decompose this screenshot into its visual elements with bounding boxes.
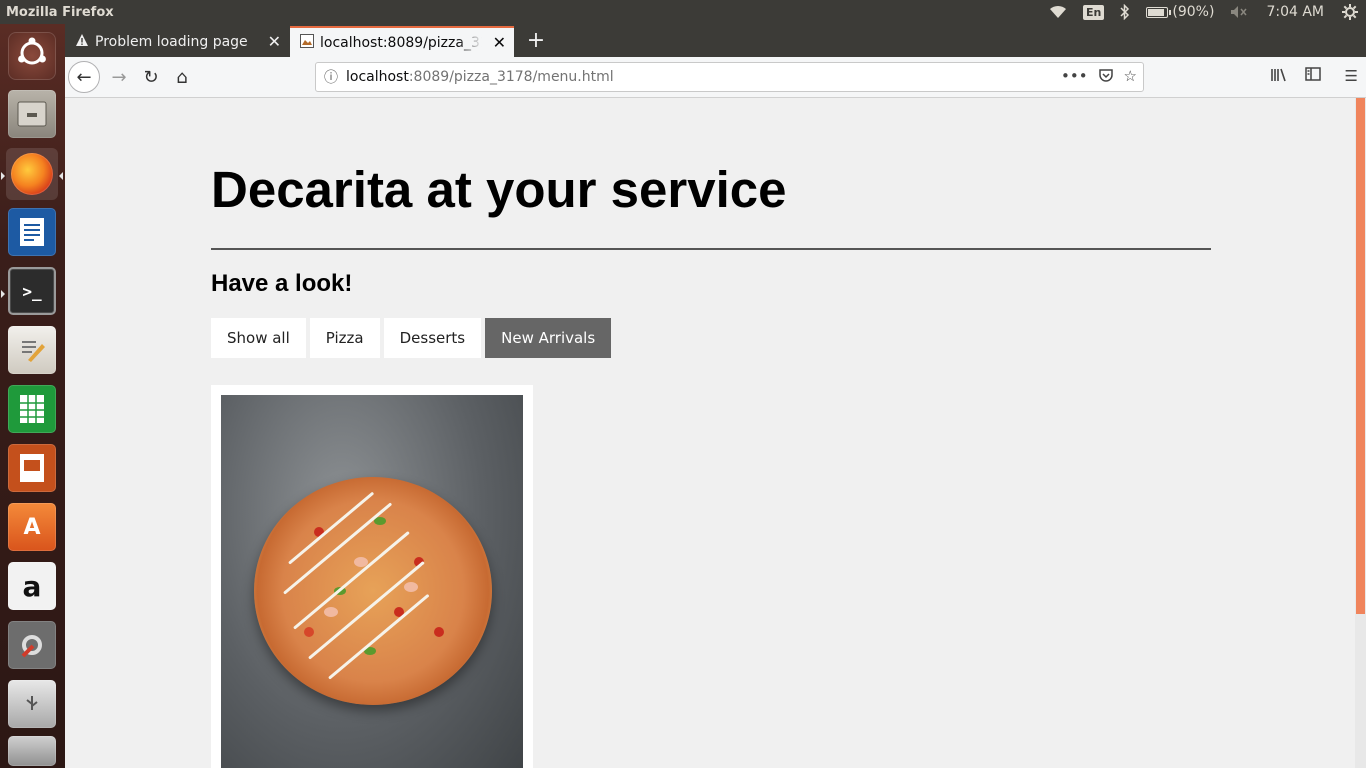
system-gear-icon[interactable] — [1334, 0, 1366, 24]
section-subtitle: Have a look! — [211, 270, 353, 297]
url-host: localhost — [346, 69, 409, 85]
launcher-firefox-icon[interactable] — [6, 148, 58, 200]
reload-icon: ↻ — [143, 66, 159, 88]
forward-button[interactable]: → — [103, 61, 135, 93]
launcher-system-settings-icon[interactable] — [6, 619, 58, 671]
volume-muted-icon[interactable] — [1222, 0, 1256, 24]
forward-arrow-icon: → — [111, 66, 127, 88]
url-path: :8089/pizza_3178/menu.html — [408, 69, 614, 85]
launcher-calc-icon[interactable] — [6, 383, 58, 435]
bookmark-star-icon[interactable]: ☆ — [1124, 67, 1137, 87]
launcher-writer-icon[interactable] — [6, 206, 58, 258]
ubuntu-logo-icon — [15, 36, 49, 76]
wifi-icon[interactable] — [1041, 0, 1075, 24]
title-divider — [211, 248, 1211, 250]
reload-button[interactable]: ↻ — [135, 61, 167, 93]
bluetooth-icon[interactable] — [1112, 0, 1138, 24]
tab-label: localhost:8089/pizza_3178/menu.html — [320, 34, 482, 51]
page-title: Decarita at your service — [211, 161, 787, 218]
launcher-text-editor-icon[interactable] — [6, 324, 58, 376]
battery-indicator[interactable]: (90%) — [1138, 0, 1222, 24]
sidebar-toggle-icon[interactable] — [1304, 67, 1321, 87]
tab-label: Problem loading page — [95, 33, 248, 50]
top-panel: Mozilla Firefox En (90%) 7:04 AM — [0, 0, 1366, 24]
navigation-bar: ← → ↻ ⌂ ⓘ localhost:8089/pizza_3178/menu… — [65, 57, 1366, 98]
filter-button-group: Show all Pizza Desserts New Arrivals — [211, 318, 612, 358]
launcher: >_ A a — [0, 24, 65, 768]
home-icon: ⌂ — [176, 66, 188, 88]
filter-new-arrivals-button[interactable]: New Arrivals — [485, 318, 612, 358]
keyboard-layout-label: En — [1083, 4, 1105, 20]
filter-pizza-button[interactable]: Pizza — [309, 318, 380, 358]
back-button[interactable]: ← — [68, 61, 100, 93]
filter-desserts-button[interactable]: Desserts — [383, 318, 482, 358]
tab-close-icon[interactable]: ✕ — [493, 33, 506, 52]
page-scrollbar[interactable] — [1355, 98, 1366, 768]
tab-problem-loading[interactable]: Problem loading page ✕ — [65, 26, 289, 57]
tab-menu-page[interactable]: localhost:8089/pizza_3178/menu.html ✕ — [290, 26, 514, 57]
back-arrow-icon: ← — [76, 66, 92, 88]
pizza-image — [254, 477, 492, 705]
launcher-files-icon[interactable] — [6, 88, 58, 140]
pizza-photo — [221, 395, 523, 768]
launcher-ubuntu-button[interactable] — [6, 30, 58, 82]
tab-strip: Problem loading page ✕ localhost:8089/pi… — [65, 24, 1366, 57]
home-button[interactable]: ⌂ — [166, 61, 198, 93]
menu-item-card[interactable] — [211, 385, 533, 768]
url-bar[interactable]: ⓘ localhost:8089/pizza_3178/menu.html ••… — [315, 62, 1144, 92]
battery-icon — [1146, 6, 1172, 18]
launcher-usb-drive-icon[interactable] — [6, 678, 58, 730]
launcher-amazon-icon[interactable]: a — [6, 560, 58, 612]
site-info-icon[interactable]: ⓘ — [316, 67, 346, 87]
launcher-trash-icon[interactable] — [6, 734, 58, 768]
page-favicon-icon — [300, 33, 314, 52]
page-actions-icon[interactable]: ••• — [1061, 67, 1088, 87]
tab-close-icon[interactable]: ✕ — [268, 32, 281, 51]
library-icon[interactable] — [1270, 67, 1287, 87]
new-tab-plus-icon[interactable]: + — [523, 28, 549, 53]
pocket-icon[interactable] — [1098, 67, 1114, 87]
battery-percent: (90%) — [1172, 4, 1215, 20]
indicator-area: En (90%) 7:04 AM — [1041, 0, 1366, 24]
page-content: Decarita at your service Have a look! Sh… — [65, 98, 1355, 768]
scrollbar-thumb[interactable] — [1356, 98, 1365, 614]
keyboard-layout-indicator[interactable]: En — [1075, 0, 1112, 24]
active-app-title: Mozilla Firefox — [6, 4, 114, 20]
launcher-terminal-icon[interactable]: >_ — [6, 265, 58, 317]
launcher-software-center-icon[interactable]: A — [6, 501, 58, 553]
hamburger-menu-icon[interactable]: ☰ — [1345, 67, 1358, 87]
clock[interactable]: 7:04 AM — [1256, 0, 1334, 24]
launcher-impress-icon[interactable] — [6, 442, 58, 494]
filter-show-all-button[interactable]: Show all — [211, 318, 306, 358]
warning-icon — [75, 33, 89, 51]
